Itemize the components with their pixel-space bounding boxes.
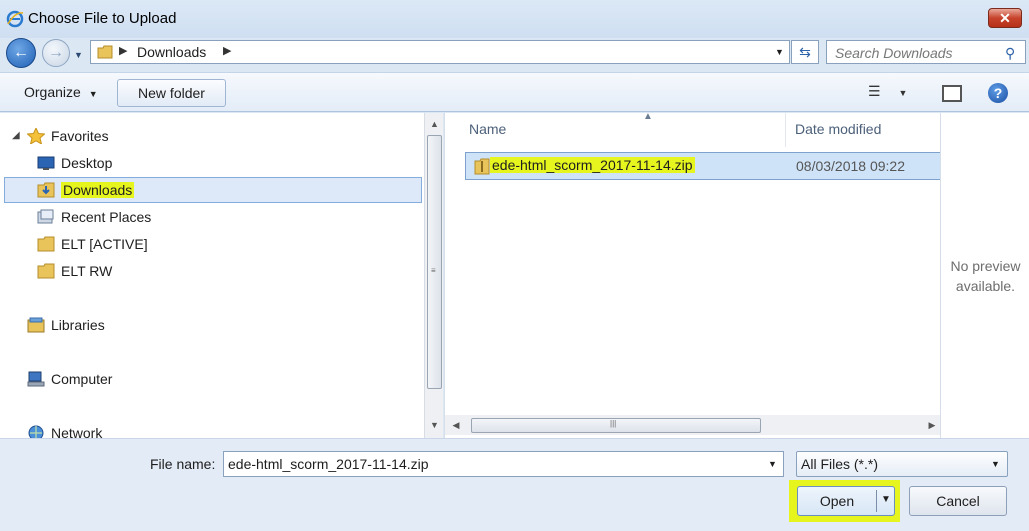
file-name-value: ede-html_scorm_2017-11-14.zip bbox=[228, 456, 429, 472]
address-row: ← → ▼ ▶ Downloads ▶ ▼ ⇆ Search Downloads… bbox=[0, 38, 1029, 70]
preview-pane: No preview available. bbox=[940, 113, 1029, 438]
column-header-name-label: Name bbox=[469, 121, 507, 137]
title-bar: Choose File to Upload ✕ bbox=[0, 0, 1029, 38]
preview-pane-toggle-icon[interactable] bbox=[942, 85, 962, 102]
grip-icon: ≡ bbox=[431, 266, 436, 275]
nav-item-label: Recent Places bbox=[61, 209, 152, 225]
scrollbar-thumb[interactable]: ||| bbox=[471, 418, 761, 433]
grip-icon: ||| bbox=[610, 419, 617, 428]
refresh-button[interactable]: ⇆ bbox=[791, 40, 819, 64]
preview-message: No preview available. bbox=[941, 256, 1029, 296]
address-bar[interactable]: ▶ Downloads ▶ ▼ bbox=[90, 40, 790, 64]
recent-pages-dropdown-icon[interactable]: ▼ bbox=[74, 50, 83, 60]
chevron-down-icon[interactable]: ▼ bbox=[881, 494, 891, 505]
breadcrumb-downloads[interactable]: Downloads bbox=[137, 44, 206, 60]
chevron-down-icon: ▼ bbox=[898, 88, 908, 98]
scroll-up-icon[interactable]: ▲ bbox=[425, 115, 444, 133]
file-type-select[interactable]: All Files (*.*) ▼ bbox=[796, 451, 1008, 477]
split-divider bbox=[876, 490, 877, 512]
file-type-value: All Files (*.*) bbox=[801, 456, 879, 472]
star-icon bbox=[27, 128, 45, 144]
libraries-icon bbox=[27, 317, 45, 333]
breadcrumb-separator-icon[interactable]: ▶ bbox=[119, 44, 127, 57]
nav-item-label: Downloads bbox=[61, 182, 135, 198]
nav-favorites-label: Favorites bbox=[51, 128, 109, 144]
zip-folder-icon bbox=[474, 158, 490, 175]
nav-item-label: ELT [ACTIVE] bbox=[61, 236, 148, 252]
sort-ascending-icon: ▲ bbox=[643, 111, 653, 122]
internet-explorer-icon bbox=[6, 10, 24, 28]
back-arrow-icon: ← bbox=[13, 44, 29, 61]
search-placeholder: Search Downloads bbox=[835, 45, 953, 61]
dialog-footer: File name: ede-html_scorm_2017-11-14.zip… bbox=[0, 438, 1029, 531]
nav-item-label: Desktop bbox=[61, 155, 113, 171]
network-icon bbox=[28, 425, 44, 438]
navigation-pane: ◢ Favorites Desktop Downloads Recent Pla… bbox=[0, 113, 424, 438]
refresh-icon: ⇆ bbox=[799, 44, 811, 60]
navigation-scrollbar[interactable]: ▲ ≡ ▼ bbox=[424, 113, 443, 438]
scrollbar-thumb[interactable]: ≡ bbox=[427, 135, 442, 389]
nav-item-label: ELT RW bbox=[61, 263, 113, 279]
scroll-down-icon[interactable]: ▼ bbox=[425, 416, 444, 434]
breadcrumb-separator-icon[interactable]: ▶ bbox=[223, 44, 231, 57]
recent-places-icon bbox=[37, 209, 54, 224]
folder-icon bbox=[37, 263, 55, 279]
file-name-field[interactable]: ede-html_scorm_2017-11-14.zip ▼ bbox=[223, 451, 784, 477]
file-upload-dialog: Choose File to Upload ✕ ← → ▼ ▶ Download… bbox=[0, 0, 1029, 531]
forward-button[interactable]: → bbox=[42, 39, 70, 67]
organize-menu-button[interactable]: Organize ▼ bbox=[14, 79, 108, 107]
file-list-pane: ▲ Name Date modified ede-html_scorm_2017… bbox=[444, 111, 941, 438]
back-button[interactable]: ← bbox=[6, 38, 36, 68]
open-button-label: Open bbox=[819, 493, 855, 509]
open-button[interactable]: Open ▼ bbox=[797, 486, 895, 516]
column-divider[interactable] bbox=[785, 113, 786, 147]
chevron-down-icon[interactable]: ▼ bbox=[768, 459, 777, 469]
window-title: Choose File to Upload bbox=[28, 10, 177, 27]
column-header-date-modified[interactable]: Date modified bbox=[795, 113, 941, 147]
downloads-folder-icon bbox=[37, 182, 55, 198]
nav-network-label: Network bbox=[51, 425, 103, 438]
file-list-horizontal-scrollbar[interactable]: ◀ ||| ▶ bbox=[445, 415, 941, 435]
forward-arrow-icon: → bbox=[48, 44, 64, 61]
search-icon[interactable]: ⚲ bbox=[1005, 45, 1015, 62]
desktop-icon bbox=[37, 156, 55, 170]
folder-icon bbox=[37, 236, 55, 252]
computer-icon bbox=[27, 371, 45, 387]
nav-libraries-label: Libraries bbox=[51, 317, 105, 333]
nav-computer-label: Computer bbox=[51, 371, 113, 387]
organize-label: Organize bbox=[24, 84, 81, 100]
chevron-down-icon: ▼ bbox=[991, 459, 1000, 469]
file-name-label: File name: bbox=[150, 456, 216, 472]
scroll-left-icon[interactable]: ◀ bbox=[447, 415, 465, 435]
cancel-button[interactable]: Cancel bbox=[909, 486, 1007, 516]
scroll-right-icon[interactable]: ▶ bbox=[923, 415, 941, 435]
preview-message-line2: available. bbox=[955, 278, 1016, 294]
search-input[interactable]: Search Downloads ⚲ bbox=[826, 40, 1026, 64]
column-header-date-label: Date modified bbox=[795, 121, 882, 137]
preview-message-line1: No preview bbox=[950, 258, 1021, 274]
collapse-arrow-icon[interactable]: ◢ bbox=[12, 130, 20, 141]
close-button[interactable]: ✕ bbox=[988, 8, 1022, 28]
chevron-down-icon: ▼ bbox=[88, 89, 98, 99]
change-view-button[interactable]: ☰ ▼ bbox=[868, 83, 907, 100]
new-folder-button[interactable]: New folder bbox=[117, 79, 226, 107]
file-row[interactable]: ede-html_scorm_2017-11-14.zip 08/03/2018… bbox=[465, 152, 941, 180]
command-toolbar: Organize ▼ New folder ☰ ▼ ? bbox=[0, 72, 1029, 112]
file-name: ede-html_scorm_2017-11-14.zip bbox=[490, 157, 695, 173]
help-icon[interactable]: ? bbox=[988, 83, 1008, 103]
file-date-modified: 08/03/2018 09:22 bbox=[796, 158, 905, 174]
column-header-name[interactable]: ▲ Name bbox=[469, 111, 785, 147]
folder-icon bbox=[97, 45, 113, 59]
details-view-icon: ☰ bbox=[868, 83, 881, 99]
address-dropdown-icon[interactable]: ▼ bbox=[775, 47, 784, 57]
